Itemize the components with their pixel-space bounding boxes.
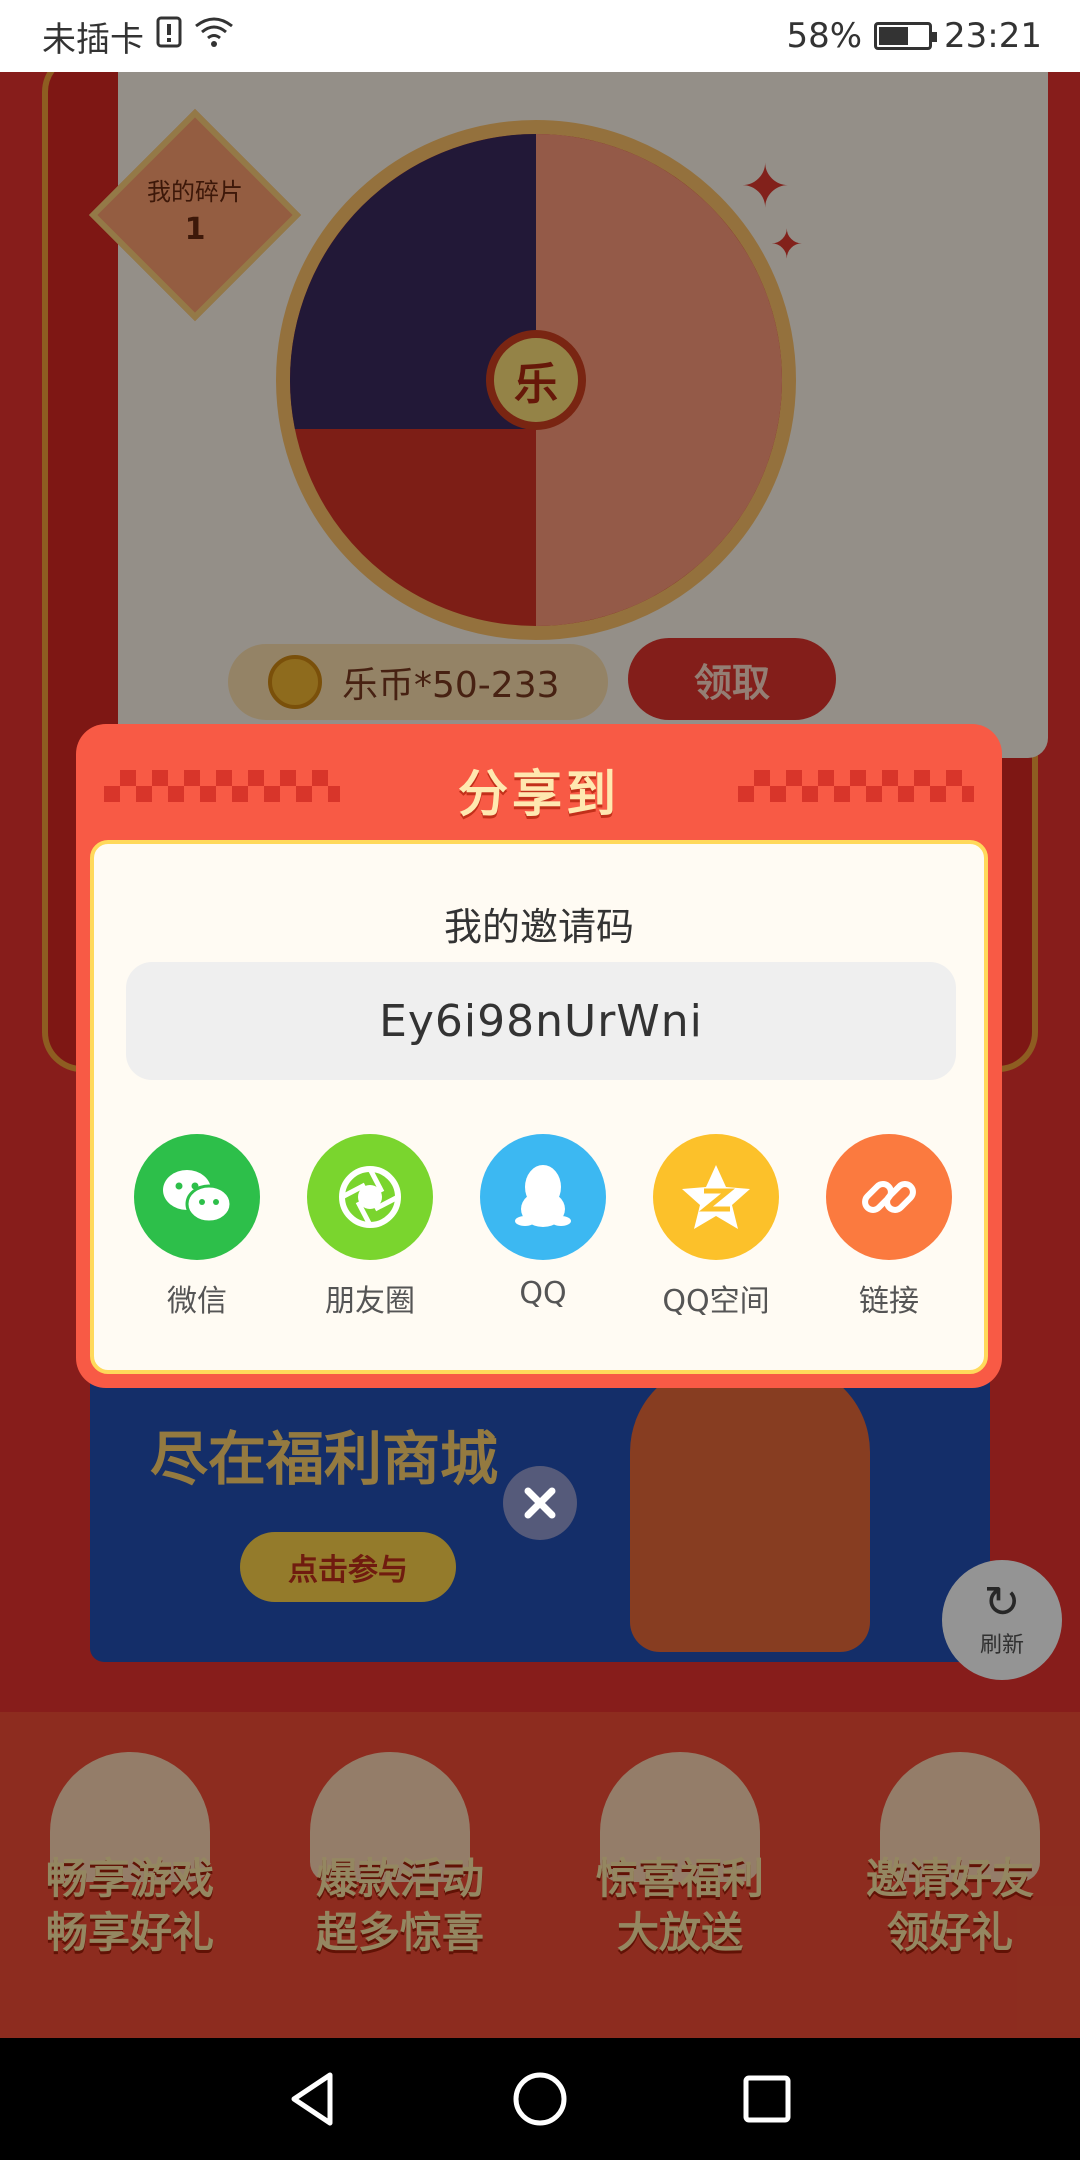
dialog-body: 我的邀请码 Ey6i98nUrWni 微信 朋友圈 QQ QQ空间 链接 (90, 840, 988, 1374)
home-icon (513, 2072, 567, 2126)
navigation-bar (0, 2038, 1080, 2160)
qq-icon (480, 1134, 606, 1260)
qzone-icon (653, 1134, 779, 1260)
status-right: 58% 23:21 (786, 16, 1042, 56)
share-link[interactable]: 链接 (806, 1134, 972, 1320)
share-dialog: 分享到 我的邀请码 Ey6i98nUrWni 微信 朋友圈 QQ QQ空间 链接 (76, 724, 1002, 1388)
close-button[interactable] (503, 1466, 577, 1540)
recents-icon (743, 2075, 791, 2123)
status-left: 未插卡 (42, 12, 234, 61)
share-moments-label: 朋友圈 (325, 1284, 415, 1319)
share-qzone-label: QQ空间 (662, 1284, 770, 1319)
back-icon (291, 2072, 333, 2126)
battery-charging-icon (874, 22, 938, 50)
share-qzone[interactable]: QQ空间 (633, 1134, 799, 1320)
link-icon (826, 1134, 952, 1260)
dialog-title: 分享到 (458, 765, 620, 823)
battery-percent: 58% (786, 16, 863, 56)
recents-button[interactable] (732, 2064, 802, 2134)
share-link-label: 链接 (859, 1284, 919, 1319)
invite-code-label: 我的邀请码 (443, 905, 634, 949)
invite-code-field[interactable]: Ey6i98nUrWni (126, 962, 956, 1080)
share-moments[interactable]: 朋友圈 (287, 1134, 453, 1320)
moments-icon (307, 1134, 433, 1260)
carrier-text: 未插卡 (42, 19, 144, 60)
sim-alert-icon (156, 16, 182, 57)
share-wechat-label: 微信 (167, 1284, 227, 1319)
home-button[interactable] (505, 2064, 575, 2134)
share-options: 微信 朋友圈 QQ QQ空间 链接 (114, 1134, 972, 1320)
clock: 23:21 (944, 16, 1042, 56)
share-wechat[interactable]: 微信 (114, 1134, 280, 1320)
wechat-icon (134, 1134, 260, 1260)
status-bar: 未插卡 58% 23:21 (0, 0, 1080, 72)
back-button[interactable] (278, 2064, 348, 2134)
close-icon (524, 1487, 556, 1519)
share-qq-label: QQ (519, 1276, 567, 1311)
share-qq[interactable]: QQ (460, 1134, 626, 1320)
wifi-icon (194, 16, 234, 57)
